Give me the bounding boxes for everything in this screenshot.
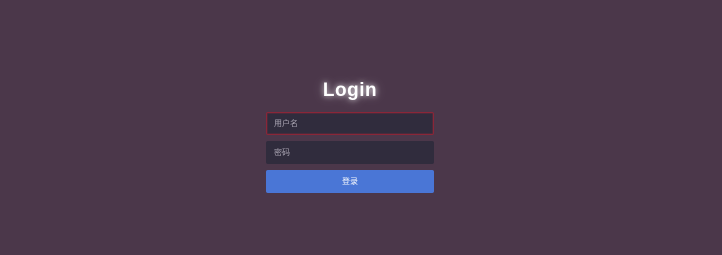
password-input[interactable] [266, 141, 434, 164]
login-title: Login [322, 80, 378, 101]
login-button[interactable]: 登录 [266, 170, 434, 193]
username-input[interactable] [266, 112, 434, 135]
login-panel: Login 登录 [266, 76, 434, 193]
